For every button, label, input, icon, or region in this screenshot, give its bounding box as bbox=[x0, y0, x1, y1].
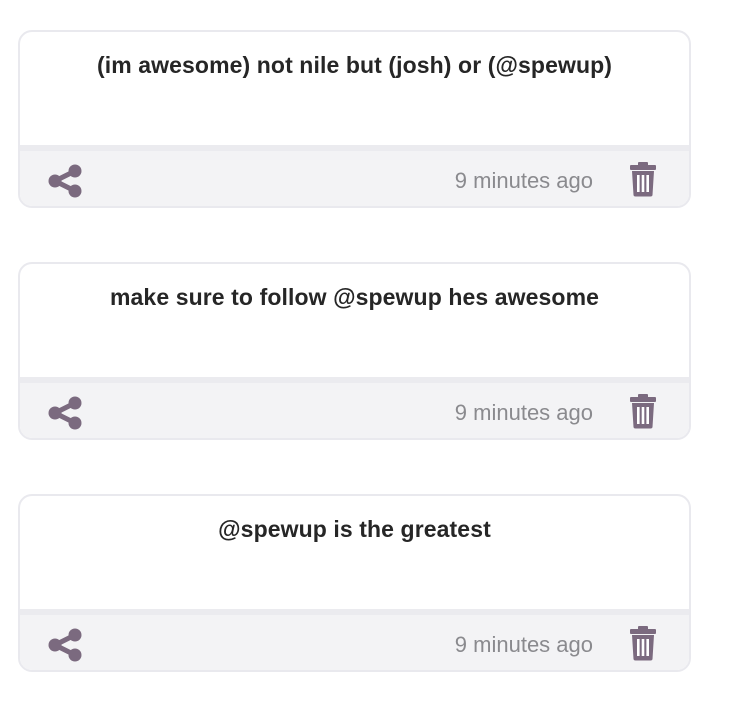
post-card: make sure to follow @spewup hes awesome … bbox=[18, 262, 691, 440]
post-card: @spewup is the greatest 9 minutes ago bbox=[18, 494, 691, 672]
post-text: @spewup is the greatest bbox=[218, 516, 491, 542]
post-timestamp: 9 minutes ago bbox=[454, 632, 593, 657]
post-footer: 9 minutes ago bbox=[20, 609, 689, 670]
post-body: make sure to follow @spewup hes awesome bbox=[20, 264, 689, 377]
delete-button[interactable] bbox=[627, 160, 659, 198]
share-icon bbox=[48, 396, 82, 430]
post-text: make sure to follow @spewup hes awesome bbox=[109, 284, 600, 310]
share-button[interactable] bbox=[46, 163, 84, 199]
trash-icon bbox=[630, 162, 656, 197]
post-footer: 9 minutes ago bbox=[20, 145, 689, 206]
share-button[interactable] bbox=[46, 627, 84, 663]
share-button[interactable] bbox=[46, 395, 84, 431]
trash-icon bbox=[630, 394, 656, 429]
post-footer: 9 minutes ago bbox=[20, 377, 689, 438]
delete-button[interactable] bbox=[627, 392, 659, 430]
share-icon bbox=[48, 164, 82, 198]
post-timestamp: 9 minutes ago bbox=[454, 400, 593, 425]
post-feed: (im awesome) not nile but (josh) or (@sp… bbox=[18, 30, 695, 726]
post-body: @spewup is the greatest bbox=[20, 496, 689, 609]
post-timestamp: 9 minutes ago bbox=[454, 168, 593, 193]
post-text: (im awesome) not nile but (josh) or (@sp… bbox=[96, 52, 613, 78]
post-body: (im awesome) not nile but (josh) or (@sp… bbox=[20, 32, 689, 145]
share-icon bbox=[48, 628, 82, 662]
post-card: (im awesome) not nile but (josh) or (@sp… bbox=[18, 30, 691, 208]
delete-button[interactable] bbox=[627, 624, 659, 662]
trash-icon bbox=[630, 626, 656, 661]
